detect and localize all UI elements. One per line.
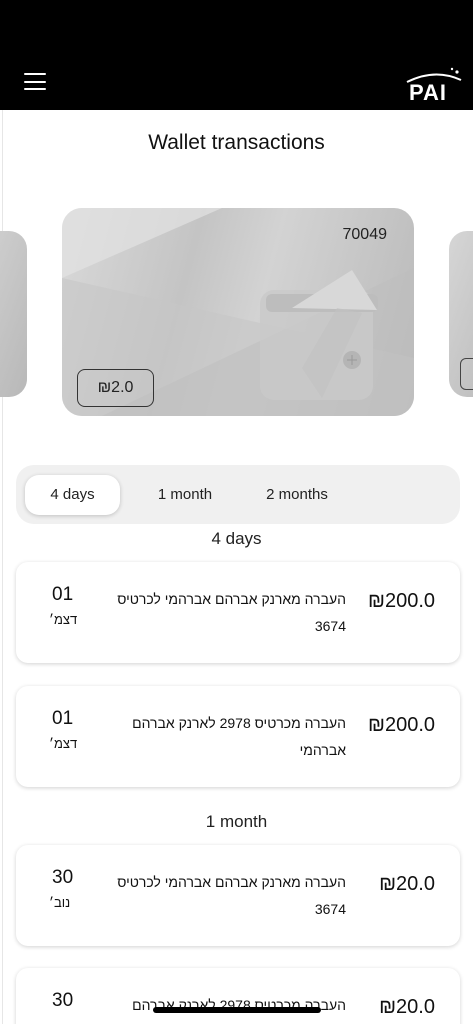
- transaction-day: 01: [52, 584, 74, 605]
- transaction-amount: ₪20.0: [379, 996, 435, 1018]
- transaction-item[interactable]: 01 דצמ׳ העברה מכרטיס 2978 לארנק אברהם אב…: [16, 686, 460, 787]
- tab-4-days[interactable]: 4 days: [25, 475, 120, 515]
- transaction-item[interactable]: 01 דצמ׳ העברה מארנק אברהם אברהמי לכרטיס …: [16, 562, 460, 663]
- transaction-amount: ₪20.0: [379, 873, 435, 895]
- transaction-month: דצמ׳: [49, 736, 78, 751]
- transaction-day: 30: [52, 990, 74, 1011]
- transaction-month: דצמ׳: [49, 612, 78, 627]
- period-filter: 4 days 1 month 2 months: [16, 465, 460, 524]
- section-heading: 4 days: [211, 529, 262, 548]
- app-header: PAI: [0, 0, 473, 110]
- transaction-description: העברה מכרטיס 2978 לארנק אברהם: [132, 997, 346, 1013]
- wallet-card[interactable]: 70049 ₪2.0: [62, 208, 414, 416]
- transaction-item[interactable]: 30 נוב׳ העברה מארנק אברהם אברהמי לכרטיס …: [16, 845, 460, 946]
- wallet-card-previous[interactable]: 9: [0, 231, 27, 397]
- transaction-day: 30: [52, 867, 74, 888]
- page-title: Wallet transactions: [148, 131, 325, 154]
- wallet-card-next[interactable]: [449, 231, 473, 397]
- transaction-description: העברה מארנק אברהם אברהמי לכרטיס 3674: [117, 874, 346, 917]
- transaction-item[interactable]: 30 העברה מכרטיס 2978 לארנק אברהם ₪20.0: [16, 968, 460, 1024]
- home-indicator[interactable]: [153, 1007, 321, 1013]
- tab-1-month[interactable]: 1 month: [136, 475, 234, 515]
- pai-logo: PAI: [406, 67, 462, 102]
- transaction-description: העברה מארנק אברהם אברהמי לכרטיס 3674: [117, 591, 346, 634]
- card-number: 70049: [342, 226, 388, 243]
- tab-2-months[interactable]: 2 months: [248, 475, 346, 515]
- transaction-amount: ₪200.0: [367, 590, 435, 612]
- transaction-month: נוב׳: [49, 895, 71, 910]
- card-balance-partial: [460, 358, 473, 390]
- hamburger-menu-icon[interactable]: [24, 73, 46, 93]
- transaction-day: 01: [52, 708, 74, 729]
- transaction-amount: ₪200.0: [367, 714, 435, 736]
- card-balance: ₪2.0: [77, 369, 154, 407]
- section-heading: 1 month: [205, 812, 268, 831]
- svg-text:PAI: PAI: [409, 80, 447, 102]
- transaction-description: העברה מכרטיס 2978 לארנק אברהם אברהמי: [132, 715, 346, 758]
